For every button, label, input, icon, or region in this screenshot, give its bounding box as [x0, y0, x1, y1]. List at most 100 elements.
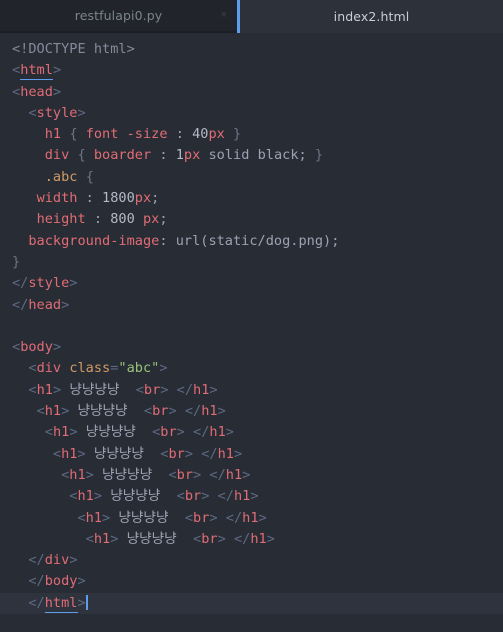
tab-restfulapi0-py[interactable]: restfulapi0.py × [0, 0, 237, 33]
code-line[interactable]: </head> [0, 295, 503, 316]
code-line[interactable]: div { boarder : 1px solid black; } [0, 145, 503, 166]
code-token: 냥냥냥냥 [69, 381, 120, 398]
code-token: 1800 [102, 190, 135, 207]
code-token: 800 [110, 211, 135, 228]
code-token: class [69, 360, 111, 377]
code-line[interactable]: <h1> 냥냥냥냥 <br> </h1> [0, 422, 503, 443]
code-token: > [159, 360, 168, 377]
code-line[interactable]: <h1> 냥냥냥냥 <br> </h1> [0, 465, 503, 486]
code-line[interactable]: width : 1800px; [0, 188, 503, 209]
code-token: h1 [193, 381, 210, 398]
code-line[interactable]: <h1> 냥냥냥냥 <br> </h1> [0, 380, 503, 401]
code-token: h1 [69, 466, 86, 483]
code-token: body [44, 573, 78, 590]
code-token: > [69, 275, 78, 292]
code-token: > [184, 445, 202, 462]
code-line[interactable]: <h1> 냥냥냥냥 <br> </h1> [0, 508, 503, 529]
code-token: > [201, 488, 218, 505]
code-line[interactable]: height : 800 px; [0, 209, 503, 230]
code-line[interactable]: <h1> 냥냥냥냥 <br> </h1> [0, 401, 503, 422]
code-token: 냥냥냥냥 [110, 488, 161, 505]
close-icon[interactable]: × [220, 11, 228, 20]
code-token: } [12, 253, 21, 270]
code-token: px [142, 211, 160, 228]
code-line[interactable]: </body> [0, 571, 503, 592]
code-line[interactable]: <style> [0, 103, 503, 124]
code-token: > [69, 552, 78, 569]
code-token: < [193, 530, 202, 547]
code-token: 냥냥냥냥 [85, 424, 136, 441]
code-token: div [44, 552, 70, 569]
code-line[interactable] [0, 316, 503, 337]
code-token: < [135, 381, 144, 398]
code-line[interactable]: <!DOCTYPE html> [0, 39, 503, 60]
code-line[interactable]: <head> [0, 82, 503, 103]
code-line[interactable]: <h1> 냥냥냥냥 <br> </h1> [0, 529, 503, 550]
code-token: </ [225, 509, 243, 526]
code-line[interactable]: .abc { [0, 167, 503, 188]
code-line[interactable]: h1 { font -size : 40px } [0, 124, 503, 145]
code-token: </ [209, 466, 226, 483]
code-token: </ [201, 445, 218, 462]
code-token: </ [233, 530, 251, 547]
code-line[interactable]: <div class="abc"> [0, 358, 503, 379]
code-token: body [20, 339, 53, 356]
code-token: > [225, 424, 234, 441]
code-line[interactable]: background-image: url(static/dog.png); [0, 231, 503, 252]
code-token: > [266, 530, 275, 547]
code-editor[interactable]: <!DOCTYPE html> <html> <head> <style> h1 {… [0, 33, 503, 632]
code-token: </ [28, 573, 45, 590]
code-token: > [52, 62, 62, 79]
code-line[interactable]: </html> [0, 592, 503, 615]
code-token: br [160, 424, 177, 441]
code-token: -size [126, 126, 168, 143]
code-token: < [28, 360, 37, 377]
code-token: h1 [36, 381, 53, 398]
code-token: > [217, 530, 234, 547]
code-token: h1 [52, 424, 70, 441]
code-line[interactable]: <h1> 냥냥냥냥 <br> </h1> [0, 486, 503, 507]
tab-label: index2.html [333, 9, 410, 24]
code-line[interactable]: } [0, 252, 503, 273]
code-token: br [201, 530, 218, 547]
code-token: div [36, 360, 62, 377]
code-token: < [12, 83, 21, 100]
code-line[interactable]: </style> [0, 273, 503, 294]
tab-index2-html[interactable]: index2.html [240, 0, 503, 33]
code-line[interactable]: <html> [0, 60, 503, 81]
code-token: < [143, 403, 153, 420]
code-line[interactable]: </div> [0, 550, 503, 571]
code-line[interactable]: <h1> 냥냥냥냥 <br> </h1> [0, 444, 503, 465]
code-token: ; [151, 190, 160, 207]
code-token: background-image [28, 232, 160, 249]
code-token: < [176, 488, 185, 505]
code-token: : [85, 190, 94, 207]
code-token: "abc" [118, 360, 160, 377]
code-line[interactable]: <body> [0, 337, 503, 358]
code-token: h1 [209, 424, 226, 441]
code-token: > [209, 381, 218, 398]
code-token: } [314, 147, 324, 164]
code-token: > [77, 594, 86, 611]
code-token: > [93, 488, 111, 505]
